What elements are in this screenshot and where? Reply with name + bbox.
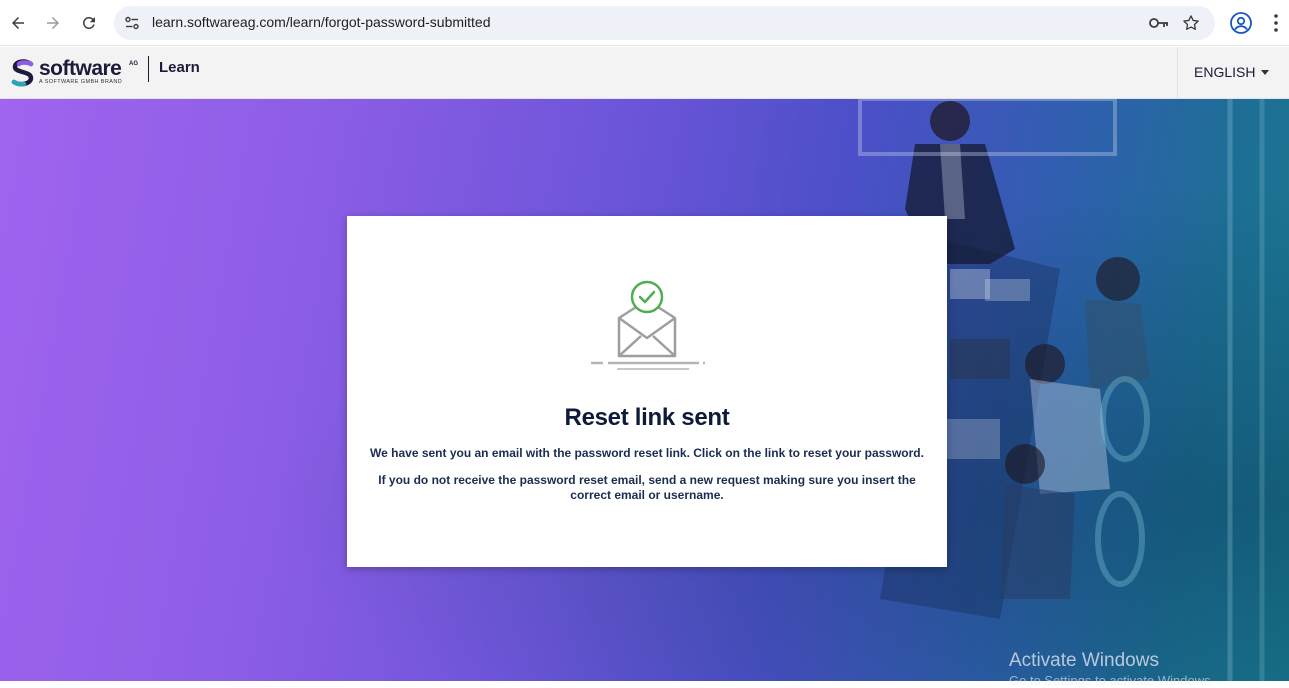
browser-toolbar: learn.softwareag.com/learn/forgot-passwo…: [0, 0, 1289, 46]
brand-tagline: A SOFTWARE GMBH BRAND: [39, 79, 123, 85]
email-sent-check-icon: [591, 280, 705, 370]
reset-link-title: Reset link sent: [564, 404, 730, 431]
url-text[interactable]: learn.softwareag.com/learn/forgot-passwo…: [152, 14, 491, 30]
password-key-icon[interactable]: [1148, 14, 1170, 32]
brand-superscript: AG: [129, 61, 138, 67]
site-header: software AG A SOFTWARE GMBH BRAND Learn …: [0, 47, 1289, 99]
forward-arrow-icon: [47, 17, 59, 29]
forward-button[interactable]: [38, 8, 68, 38]
language-label: ENGLISH: [1194, 64, 1256, 80]
software-ag-logo[interactable]: software AG A SOFTWARE GMBH BRAND: [11, 55, 151, 91]
back-button[interactable]: [3, 8, 33, 38]
reload-icon: [82, 16, 95, 29]
site-settings-icon[interactable]: [122, 13, 142, 33]
activate-windows-title: Activate Windows: [1009, 650, 1159, 671]
logo-divider: [148, 56, 149, 82]
bookmark-star-icon[interactable]: [1181, 13, 1201, 33]
address-bar[interactable]: learn.softwareag.com/learn/forgot-passwo…: [114, 6, 1215, 40]
back-arrow-icon: [12, 17, 24, 29]
chevron-down-icon: [1261, 70, 1269, 75]
resend-instructions: If you do not receive the password reset…: [378, 473, 916, 502]
product-name[interactable]: Learn: [159, 59, 200, 76]
brand-wordmark: software: [39, 57, 122, 80]
software-s-logo-icon: [11, 59, 34, 87]
reset-confirmation-card: Reset link sent We have sent you an emai…: [347, 216, 947, 567]
profile-icon[interactable]: [1229, 11, 1253, 35]
kebab-menu-icon[interactable]: [1266, 11, 1286, 35]
reset-link-message: We have sent you an email with the passw…: [370, 446, 924, 460]
reload-button[interactable]: [74, 8, 104, 38]
language-selector[interactable]: ENGLISH: [1177, 47, 1289, 99]
